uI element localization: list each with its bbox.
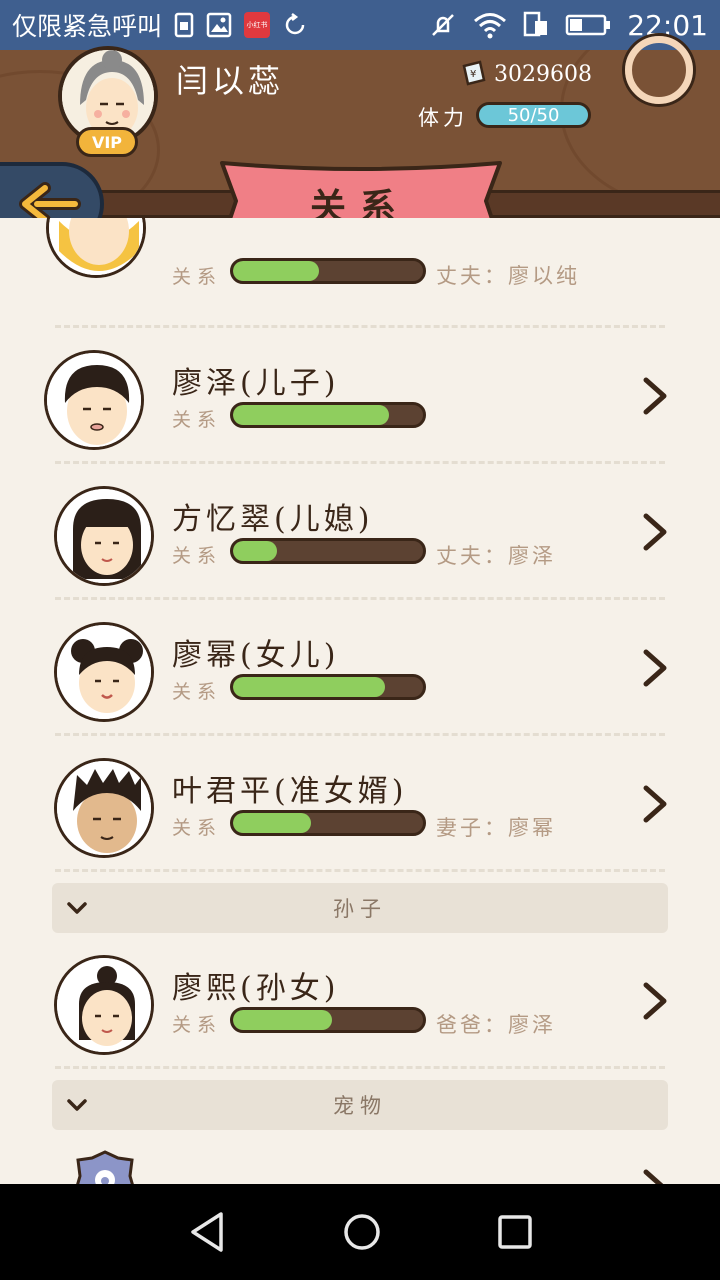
- relation-extra: 丈夫：廖以纯: [436, 264, 580, 288]
- relation-bar: [230, 674, 426, 700]
- relation-bar: [230, 1007, 426, 1033]
- chevron-right-icon[interactable]: [640, 981, 670, 1021]
- avatar: [54, 955, 154, 1055]
- list-item[interactable]: 方忆翠(儿媳) 关系 丈夫：廖泽: [0, 464, 720, 600]
- stamina-bar: 50/50: [476, 102, 591, 128]
- relation-label: 关系: [172, 681, 223, 703]
- status-bar: 仅限紧急呼叫 小红书 22:01: [0, 0, 720, 50]
- money-icon: ¥: [462, 60, 486, 86]
- person-name: 廖幂(女儿): [172, 638, 340, 673]
- relation-label: 关系: [172, 545, 223, 567]
- list-item[interactable]: 关系 丈夫：廖以纯: [0, 218, 720, 328]
- relation-bar-fill: [233, 261, 319, 281]
- relation-extra: 爸爸：廖泽: [436, 1013, 556, 1037]
- relation-bar: [230, 258, 426, 284]
- svg-text:¥: ¥: [470, 69, 476, 80]
- stamina-label: 体力: [418, 106, 468, 130]
- vip-badge[interactable]: VIP: [76, 127, 138, 157]
- person-name: 方忆翠(儿媳): [172, 502, 374, 537]
- avatar: [46, 218, 146, 278]
- section-title: 孙子: [333, 897, 387, 921]
- coin-display: ¥ 3029608: [460, 60, 592, 88]
- chevron-right-icon[interactable]: [640, 784, 670, 824]
- person-name: 廖泽(儿子): [172, 366, 340, 401]
- relation-label: 关系: [172, 1014, 223, 1036]
- chevron-right-icon[interactable]: [640, 376, 670, 416]
- relation-bar-fill: [233, 677, 385, 697]
- divider: [55, 1066, 665, 1069]
- mute-icon: [432, 14, 455, 36]
- avatar: [54, 622, 154, 722]
- section-header-pets[interactable]: 宠物: [52, 1080, 668, 1130]
- relation-label: 关系: [172, 409, 223, 431]
- system-nav-bar: [0, 1184, 720, 1280]
- relation-bar-fill: [233, 541, 277, 561]
- avatar: [44, 350, 144, 450]
- relation-extra: 妻子：廖幂: [436, 816, 556, 840]
- person-name: 叶君平(准女婿): [172, 774, 408, 809]
- back-icon[interactable]: [187, 1210, 227, 1254]
- list-item[interactable]: 廖泽(儿子) 关系: [0, 328, 720, 464]
- list-item[interactable]: 廖幂(女儿) 关系: [0, 600, 720, 736]
- relation-label: 关系: [172, 817, 223, 839]
- image-icon: [206, 12, 232, 38]
- paw-badge-icon: [76, 1150, 134, 1184]
- player-name: 闫以蕊: [176, 62, 285, 100]
- person-name: 廖熙(孙女): [172, 971, 340, 1006]
- list-item[interactable]: 廖熙(孙女) 关系 爸爸：廖泽: [0, 933, 720, 1069]
- notification-icons: 小红书: [174, 12, 308, 38]
- relation-bar-fill: [233, 813, 311, 833]
- data-icon: [524, 11, 548, 37]
- settings-ring-button[interactable]: [625, 36, 693, 104]
- battery-icon: [566, 14, 611, 36]
- relation-bar: [230, 810, 426, 836]
- section-header-grandchildren[interactable]: 孙子: [52, 883, 668, 933]
- carrier-text: 仅限紧急呼叫: [12, 12, 163, 41]
- sim-icon: [174, 12, 194, 38]
- home-icon[interactable]: [342, 1212, 382, 1252]
- divider: [55, 869, 665, 872]
- recents-icon[interactable]: [497, 1214, 533, 1250]
- avatar: [54, 486, 154, 586]
- coin-value: 3029608: [494, 61, 592, 87]
- avatar: [54, 758, 154, 858]
- stamina-value: 50/50: [507, 104, 560, 126]
- relation-bar: [230, 538, 426, 564]
- chevron-right-icon[interactable]: [640, 1168, 670, 1184]
- relations-list[interactable]: 关系 丈夫：廖以纯 廖泽(儿子) 关系 方忆翠(儿媳) 关系 丈夫：廖泽 廖幂(…: [0, 218, 720, 1184]
- relation-extra: 丈夫：廖泽: [436, 544, 556, 568]
- relation-label: 关系: [172, 266, 223, 288]
- chevron-right-icon[interactable]: [640, 512, 670, 552]
- relation-bar: [230, 402, 426, 428]
- app-notification-icon: 小红书: [244, 12, 271, 38]
- chevron-right-icon[interactable]: [640, 648, 670, 688]
- relation-bar-fill: [233, 405, 389, 425]
- wifi-icon: [474, 13, 507, 39]
- relation-bar-fill: [233, 1010, 332, 1030]
- list-item[interactable]: [0, 1130, 720, 1184]
- section-title: 宠物: [333, 1094, 387, 1118]
- list-item[interactable]: 叶君平(准女婿) 关系 妻子：廖幂: [0, 736, 720, 872]
- sync-icon: [285, 13, 305, 35]
